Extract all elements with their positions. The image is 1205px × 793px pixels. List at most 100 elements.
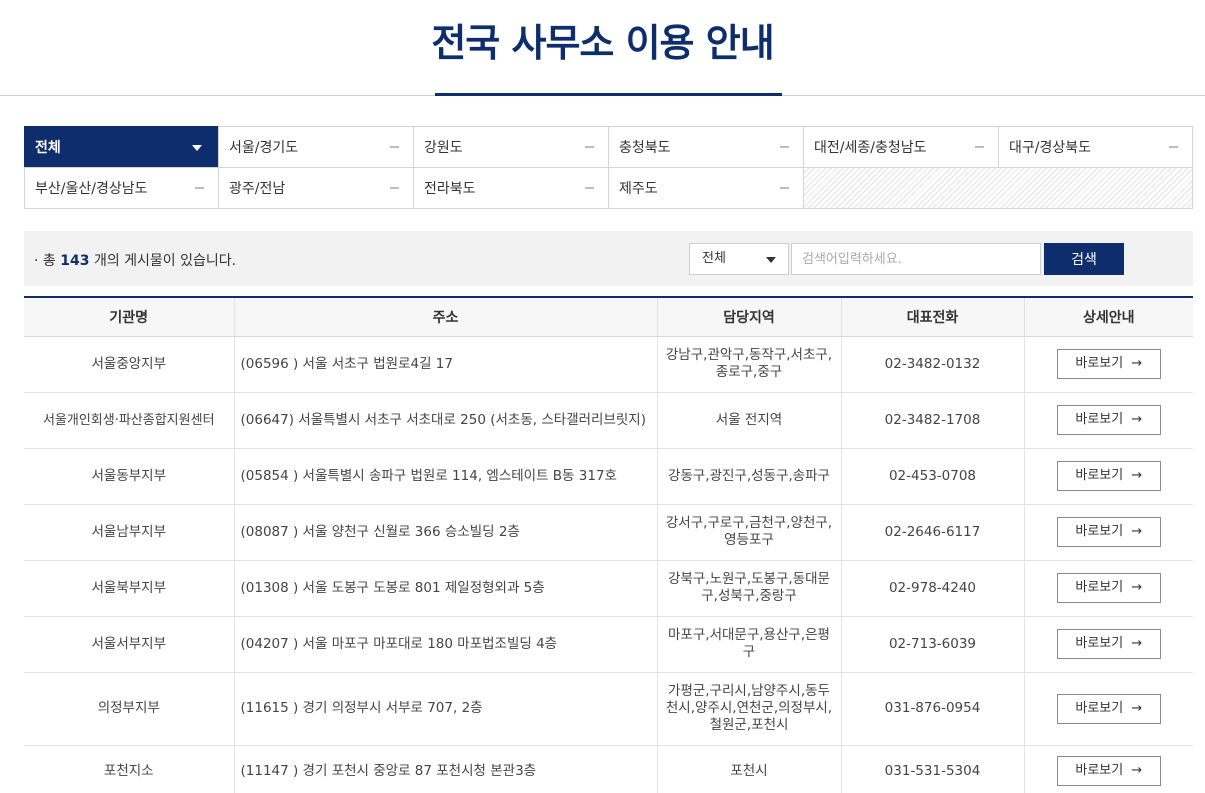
tab-label: 대전/세종/충청남도 (814, 140, 927, 156)
view-detail-button[interactable]: 바로보기 → (1056, 461, 1161, 491)
tab-jeju[interactable]: 제주도 (608, 167, 804, 209)
search-category-select[interactable]: 전체 (689, 243, 789, 275)
tab-label: 대구/경상북도 (1009, 140, 1091, 156)
arrow-right-icon: → (1131, 636, 1143, 651)
table-row: 포천지소 (11147 ) 경기 포천시 중앙로 87 포천시청 본관3층 포천… (24, 745, 1193, 793)
region-tabs: 전체 서울/경기도 강원도 충청북도 대전/세종/충청남도 대구/경상북도 부산… (24, 126, 1193, 209)
office-address: (11147 ) 경기 포천시 중앙로 87 포천시청 본관3층 (233, 745, 657, 793)
tab-label: 강원도 (424, 140, 463, 156)
column-header: 담당지역 (656, 298, 841, 337)
view-detail-button[interactable]: 바로보기 → (1056, 573, 1161, 603)
dash-icon (780, 187, 789, 189)
table-row: 서울북부지부 (01308 ) 서울 도봉구 도봉로 801 제일정형외과 5층… (24, 560, 1193, 617)
search-bar: · 총 143 개의 게시물이 있습니다. 전체 검색 (24, 231, 1193, 286)
view-detail-label: 바로보기 (1075, 700, 1124, 716)
office-name: 서울동부지부 (24, 448, 234, 505)
table-row: 서울서부지부 (04207 ) 서울 마포구 마포대로 180 마포법조빌딩 4… (24, 616, 1193, 673)
detail-cell: 바로보기 → (1023, 560, 1193, 617)
select-value: 전체 (702, 251, 726, 266)
view-detail-label: 바로보기 (1075, 580, 1124, 595)
table-row: 서울남부지부 (08087 ) 서울 양천구 신월로 366 승소빌딩 2층 강… (24, 504, 1193, 561)
office-name: 포천지소 (24, 745, 234, 793)
view-detail-button[interactable]: 바로보기 → (1056, 349, 1161, 379)
office-name: 서울북부지부 (24, 560, 234, 617)
office-address: (05854 ) 서울특별시 송파구 법원로 114, 엠스테이트 B동 317… (233, 448, 657, 505)
column-header: 주소 (233, 298, 657, 337)
tab-label: 서울/경기도 (229, 140, 299, 156)
detail-cell: 바로보기 → (1023, 448, 1193, 505)
arrow-right-icon: → (1131, 412, 1143, 427)
office-name: 서울남부지부 (24, 504, 234, 561)
view-detail-label: 바로보기 (1075, 763, 1124, 778)
office-phone: 02-3482-0132 (840, 336, 1024, 393)
office-phone: 02-978-4240 (840, 560, 1024, 617)
table-row: 의정부지부 (11615 ) 경기 의정부시 서부로 707, 2층 가평군,구… (24, 672, 1193, 746)
region-tabs-filler (803, 167, 1193, 209)
view-detail-button[interactable]: 바로보기 → (1056, 517, 1161, 547)
detail-cell: 바로보기 → (1023, 672, 1193, 746)
detail-cell: 바로보기 → (1023, 392, 1193, 449)
tab-label: 제주도 (619, 181, 658, 197)
tab-chungbuk[interactable]: 충청북도 (608, 126, 804, 168)
office-table: 기관명 주소 담당지역 대표전화 상세안내 서울중앙지부 (06596 ) 서울… (24, 296, 1193, 793)
table-row: 서울동부지부 (05854 ) 서울특별시 송파구 법원로 114, 엠스테이트… (24, 448, 1193, 505)
office-area: 강동구,광진구,성동구,송파구 (656, 448, 841, 505)
tab-label: 광주/전남 (229, 181, 286, 197)
office-address: (11615 ) 경기 의정부시 서부로 707, 2층 (233, 672, 657, 746)
title-underline (435, 93, 782, 96)
office-address: (04207 ) 서울 마포구 마포대로 180 마포법조빌딩 4층 (233, 616, 657, 673)
view-detail-button[interactable]: 바로보기 → (1056, 405, 1161, 435)
view-detail-label: 바로보기 (1075, 412, 1124, 427)
office-phone: 02-3482-1708 (840, 392, 1024, 449)
title-area: 전국 사무소 이용 안내 (0, 0, 1205, 96)
tab-daejeon-sejong-chungnam[interactable]: 대전/세종/충청남도 (803, 126, 999, 168)
search-button[interactable]: 검색 (1044, 243, 1124, 275)
search-input[interactable] (791, 243, 1041, 275)
tab-jeonbuk[interactable]: 전라북도 (413, 167, 609, 209)
dash-icon (195, 187, 204, 189)
dash-icon (780, 146, 789, 148)
office-phone: 02-713-6039 (840, 616, 1024, 673)
post-count: · 총 143 개의 게시물이 있습니다. (34, 250, 236, 270)
dash-icon (1169, 146, 1178, 148)
detail-cell: 바로보기 → (1023, 745, 1193, 793)
view-detail-button[interactable]: 바로보기 → (1056, 756, 1161, 786)
arrow-right-icon: → (1131, 700, 1143, 716)
arrow-right-icon: → (1131, 763, 1143, 778)
dash-icon (390, 146, 399, 148)
view-detail-button[interactable]: 바로보기 → (1056, 629, 1161, 659)
count-prefix: 총 (42, 253, 56, 269)
tab-seoul-gyeonggi[interactable]: 서울/경기도 (218, 126, 414, 168)
office-area: 가평군,구리시,남양주시,동두천시,양주시,연천군,의정부시,철원군,포천시 (656, 672, 841, 746)
office-name: 서울중앙지부 (24, 336, 234, 393)
detail-cell: 바로보기 → (1023, 336, 1193, 393)
dash-icon (585, 187, 594, 189)
office-phone: 02-453-0708 (840, 448, 1024, 505)
office-area: 강북구,노원구,도봉구,동대문구,성북구,중랑구 (656, 560, 841, 617)
tab-daegu-gyeongbuk[interactable]: 대구/경상북도 (998, 126, 1193, 168)
office-area: 강서구,구로구,금천구,양천구,영등포구 (656, 504, 841, 561)
dash-icon (390, 187, 399, 189)
office-phone: 031-876-0954 (840, 672, 1024, 746)
tab-gangwon[interactable]: 강원도 (413, 126, 609, 168)
office-address: (08087 ) 서울 양천구 신월로 366 승소빌딩 2층 (233, 504, 657, 561)
office-area: 서울 전지역 (656, 392, 841, 449)
tab-gwangju-jeonnam[interactable]: 광주/전남 (218, 167, 414, 209)
arrow-right-icon: → (1131, 468, 1143, 483)
column-header: 기관명 (24, 298, 234, 337)
tab-busan-ulsan-gyeongnam[interactable]: 부산/울산/경상남도 (24, 167, 219, 209)
office-area: 포천시 (656, 745, 841, 793)
arrow-right-icon: → (1131, 356, 1143, 371)
table-header-row: 기관명 주소 담당지역 대표전화 상세안내 (24, 298, 1193, 337)
count-number: 143 (60, 253, 90, 269)
column-header: 상세안내 (1023, 298, 1193, 337)
view-detail-button[interactable]: 바로보기 → (1056, 693, 1161, 724)
tab-all[interactable]: 전체 (24, 126, 219, 168)
view-detail-label: 바로보기 (1075, 356, 1124, 371)
view-detail-label: 바로보기 (1075, 524, 1124, 539)
view-detail-label: 바로보기 (1075, 468, 1124, 483)
office-name: 서울서부지부 (24, 616, 234, 673)
column-header: 대표전화 (840, 298, 1024, 337)
detail-cell: 바로보기 → (1023, 504, 1193, 561)
table-row: 서울중앙지부 (06596 ) 서울 서초구 법원로4길 17 강남구,관악구,… (24, 336, 1193, 393)
